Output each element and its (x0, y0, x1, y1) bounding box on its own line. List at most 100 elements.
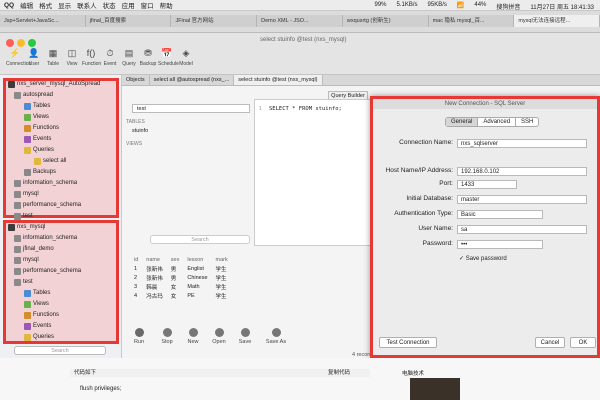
toolbar-event-button[interactable]: ⏱ Event (101, 47, 119, 67)
menu-item[interactable]: 格式 (39, 0, 52, 10)
column-header[interactable]: sex (167, 255, 184, 264)
table-cell[interactable]: PE (183, 291, 211, 300)
toolbar-schedule-button[interactable]: 📅 Schedule (158, 47, 179, 67)
run-button[interactable]: Run (128, 328, 150, 345)
save-password-checkbox[interactable]: ✓ Save password (459, 255, 507, 262)
column-header[interactable]: mark (212, 255, 232, 264)
table-cell[interactable]: 女 (167, 282, 184, 291)
toolbar-query-button[interactable]: ▤ Query (120, 47, 138, 67)
tree-item[interactable]: performance_schema (8, 200, 100, 211)
toolbar-backup-button[interactable]: ⛃ Backup (139, 47, 157, 67)
table-cell[interactable]: 张新伟 (142, 273, 167, 282)
field-input[interactable]: sa (457, 225, 587, 234)
table-cell[interactable]: 冯古玛 (142, 291, 167, 300)
tree-item[interactable]: test (8, 277, 81, 288)
table-cell[interactable]: 2 (130, 273, 142, 282)
clock[interactable]: 11月27日 周五 18:41:33 (530, 2, 594, 11)
field-input[interactable]: Basic (457, 210, 543, 219)
database-select[interactable]: test (132, 104, 250, 113)
column-header[interactable]: name (142, 255, 167, 264)
table-cell[interactable]: Englist (183, 264, 211, 273)
toolbar-table-button[interactable]: ▦ Table (44, 47, 62, 67)
table-cell[interactable]: 韩晨 (142, 282, 167, 291)
stop-button[interactable]: Stop (156, 328, 178, 345)
tab-ssh[interactable]: SSH (516, 118, 538, 126)
tab-objects[interactable]: Objects (122, 75, 150, 85)
tab-advanced[interactable]: Advanced (478, 118, 517, 126)
table-cell[interactable]: 张新伟 (142, 264, 167, 273)
browser-tab[interactable]: Jsp+Servlet+JavaSc... (0, 15, 86, 27)
ok-button[interactable]: OK (570, 337, 596, 348)
tree-item[interactable]: jfinal_demo (8, 244, 81, 255)
tree-item[interactable]: Views (8, 299, 81, 310)
cancel-button[interactable]: Cancel (535, 337, 565, 348)
field-input[interactable]: ••• (457, 240, 543, 249)
sidebar-search-input[interactable]: Search (14, 346, 106, 355)
tab-general[interactable]: General (446, 118, 479, 126)
table-cell[interactable]: 男 (167, 273, 184, 282)
field-input[interactable]: nxs_sqlserver (457, 139, 587, 148)
tree-item[interactable]: select all (8, 156, 100, 167)
table-item-stuinfo[interactable]: stuinfo (132, 128, 148, 134)
results-grid[interactable]: id name sex lesson mark 1 张新伟男 Englist 学生 2 张新伟男 C… (130, 255, 380, 300)
object-search-input[interactable]: Search (150, 235, 250, 244)
table-cell[interactable]: 学生 (212, 282, 232, 291)
menu-item[interactable]: 显示 (58, 0, 71, 10)
tree-item[interactable]: mysql (8, 255, 81, 266)
menu-item[interactable]: 帮助 (160, 0, 173, 10)
save-as-button[interactable]: Save As (262, 328, 290, 345)
field-input[interactable]: 192.168.0.102 (457, 167, 587, 176)
menu-item[interactable]: 应用 (122, 0, 135, 10)
tree-item[interactable]: Events (8, 321, 81, 332)
test-connection-button[interactable]: Test Connection (379, 337, 437, 348)
tree-item[interactable]: Functions (8, 310, 81, 321)
tab-query-select-all[interactable]: select all @autospread (nxs_... (150, 75, 235, 85)
table-cell[interactable]: 学生 (212, 273, 232, 282)
tree-item[interactable]: Tables (8, 101, 100, 112)
tree-item[interactable]: Functions (8, 123, 100, 134)
sql-text[interactable]: SELECT * FROM stuinfo; (269, 106, 342, 112)
table-row[interactable]: 4 冯古玛女 PE 学生 (130, 291, 232, 300)
tree-item[interactable]: Events (8, 134, 100, 145)
minimize-window-icon[interactable] (17, 39, 25, 47)
column-header[interactable]: lesson (183, 255, 211, 264)
tree-item[interactable]: information_schema (8, 233, 81, 244)
tree-item[interactable]: Tables (8, 288, 81, 299)
toolbar-connection-button[interactable]: ⚡ Connection (6, 47, 31, 67)
column-header[interactable]: id (130, 255, 142, 264)
tree-item[interactable]: information_schema (8, 178, 100, 189)
table-cell[interactable]: 女 (167, 291, 184, 300)
tree-item[interactable]: Queries (8, 332, 81, 343)
table-cell[interactable]: 学生 (212, 291, 232, 300)
browser-tab[interactable]: jfinal_百度搜索 (85, 15, 172, 27)
connection-title[interactable]: nxs_mysql (8, 222, 81, 233)
browser-tab[interactable]: Demo XML - JSO... (257, 15, 343, 27)
table-cell[interactable]: 男 (167, 264, 184, 273)
toolbar-view-button[interactable]: ◫ View (63, 47, 81, 67)
open-button[interactable]: Open (208, 328, 230, 345)
table-cell[interactable]: Chinese (183, 273, 211, 282)
tree-item[interactable]: mysql (8, 189, 100, 200)
wifi-icon[interactable]: 📶 (457, 2, 464, 11)
menu-item[interactable]: 联系人 (77, 0, 97, 10)
toolbar-user-button[interactable]: 👤 User (25, 47, 43, 67)
input-method[interactable]: 搜狗拼音 (496, 2, 520, 11)
toolbar-function-button[interactable]: f() Function (82, 47, 101, 67)
menu-item[interactable]: 状态 (103, 0, 116, 10)
field-input[interactable]: 1433 (457, 180, 517, 189)
tree-item[interactable]: Backups (8, 167, 100, 178)
menu-app-qq[interactable]: QQ (4, 2, 14, 9)
tree-item[interactable]: performance_schema (8, 266, 81, 277)
copy-code-link[interactable]: 复制代码 (328, 369, 350, 377)
tree-item[interactable]: autospread (8, 90, 100, 101)
browser-tab-active[interactable]: mysql无法连接远程... (514, 15, 600, 27)
menu-item[interactable]: 编辑 (20, 0, 33, 10)
table-cell[interactable]: 3 (130, 282, 142, 291)
browser-tab[interactable]: mac 隐私 mysql_百... (428, 15, 515, 27)
tab-query-select-stuinfo[interactable]: select stuinfo @test (nxs_mysql) (234, 75, 323, 85)
table-cell[interactable]: 学生 (212, 264, 232, 273)
browser-tab[interactable]: JFinal 官方网站 (171, 15, 258, 27)
table-row[interactable]: 2 张新伟男 Chinese 学生 (130, 273, 232, 282)
table-cell[interactable]: 4 (130, 291, 142, 300)
table-row[interactable]: 1 张新伟男 Englist 学生 (130, 264, 232, 273)
